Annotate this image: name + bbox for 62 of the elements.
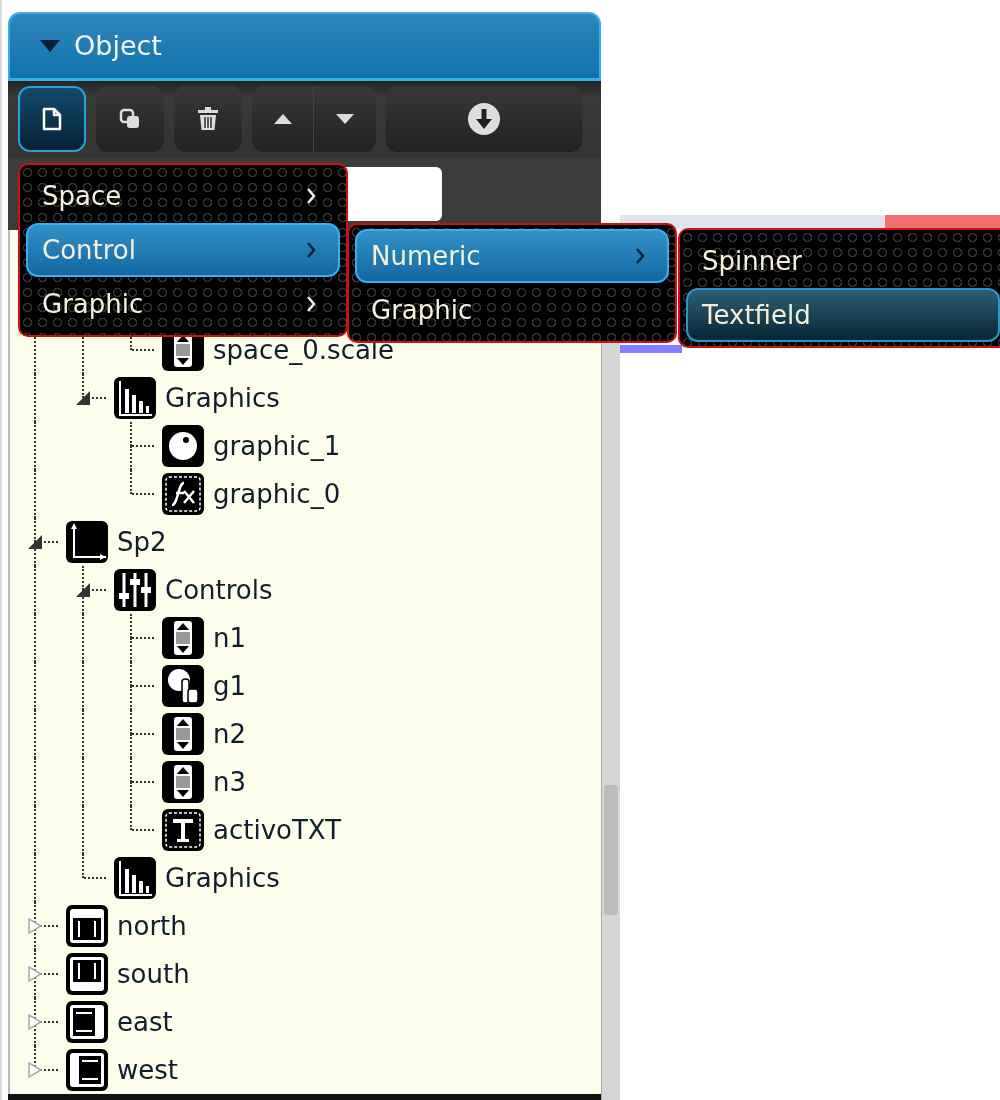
chevron-icon	[306, 241, 316, 259]
move-down-button[interactable]	[314, 86, 376, 153]
tree-item[interactable]: Controls	[165, 575, 273, 606]
copy-icon	[119, 108, 141, 131]
menu-item[interactable]: Graphic	[355, 283, 669, 337]
expanded-triangle-icon[interactable]	[75, 582, 91, 599]
menu-item[interactable]: Numeric	[355, 229, 669, 283]
tree-item[interactable]: n1	[213, 623, 247, 654]
selection-bar	[620, 345, 682, 353]
down-arrow-icon	[336, 114, 354, 125]
tree-item[interactable]: graphic_0	[213, 479, 341, 510]
bar-chart-icon	[114, 377, 156, 420]
sliders-icon	[114, 569, 156, 612]
layout-icon	[66, 1001, 108, 1044]
chevron-icon	[635, 247, 645, 265]
spinner-icon	[162, 713, 204, 756]
layout-icon	[66, 953, 108, 996]
collapsed-triangle-icon[interactable]	[27, 1014, 43, 1031]
tree-item[interactable]: Graphics	[165, 863, 280, 894]
scrollbar-thumb[interactable]	[604, 785, 618, 915]
menu-item[interactable]: Textfield	[686, 288, 1000, 342]
pointer-hand-icon	[162, 665, 204, 708]
panel-header[interactable]: Object	[8, 12, 602, 81]
chevron-icon	[306, 187, 316, 205]
tree-item[interactable]: east	[117, 1007, 173, 1038]
tree-item[interactable]: west	[117, 1055, 178, 1086]
menu-item[interactable]: Graphic	[26, 277, 340, 331]
layout-icon	[66, 1049, 108, 1092]
tree-item[interactable]: g1	[213, 671, 247, 702]
expanded-triangle-icon[interactable]	[75, 390, 91, 407]
layout-icon	[66, 905, 108, 948]
move-up-button[interactable]	[252, 86, 314, 153]
collapsed-triangle-icon[interactable]	[27, 966, 43, 983]
tree-item[interactable]: Graphics	[165, 383, 280, 414]
tree-item[interactable]: north	[117, 911, 187, 942]
spinner-icon	[162, 617, 204, 660]
delete-button[interactable]	[174, 86, 242, 153]
panel-title: Object	[74, 30, 162, 62]
tree-item[interactable]: graphic_1	[213, 431, 341, 462]
tree-item[interactable]: n3	[213, 767, 247, 798]
tree-item[interactable]: space_0.scale	[213, 335, 395, 366]
axes-icon	[66, 521, 108, 564]
tree-item[interactable]: activoTXT	[213, 815, 342, 846]
bar-chart-icon	[114, 857, 156, 900]
import-button[interactable]	[386, 86, 582, 153]
menu-item[interactable]: Control	[26, 223, 340, 277]
chevron-icon	[306, 295, 316, 313]
tree-item[interactable]: Sp2	[117, 527, 167, 558]
spinner-icon	[162, 761, 204, 804]
expanded-triangle-icon[interactable]	[27, 534, 43, 551]
copy-button[interactable]	[96, 86, 164, 153]
download-icon	[467, 102, 501, 137]
function-icon	[162, 473, 204, 516]
tree-item[interactable]: n2	[213, 719, 247, 750]
document-icon	[42, 107, 62, 132]
tree-item[interactable]: south	[117, 959, 190, 990]
up-arrow-icon	[273, 114, 292, 125]
trash-icon	[197, 107, 219, 132]
collapsed-triangle-icon[interactable]	[27, 918, 43, 935]
new-button[interactable]	[18, 86, 86, 153]
menu-item[interactable]: Spinner	[686, 234, 1000, 288]
text-icon	[162, 809, 204, 852]
